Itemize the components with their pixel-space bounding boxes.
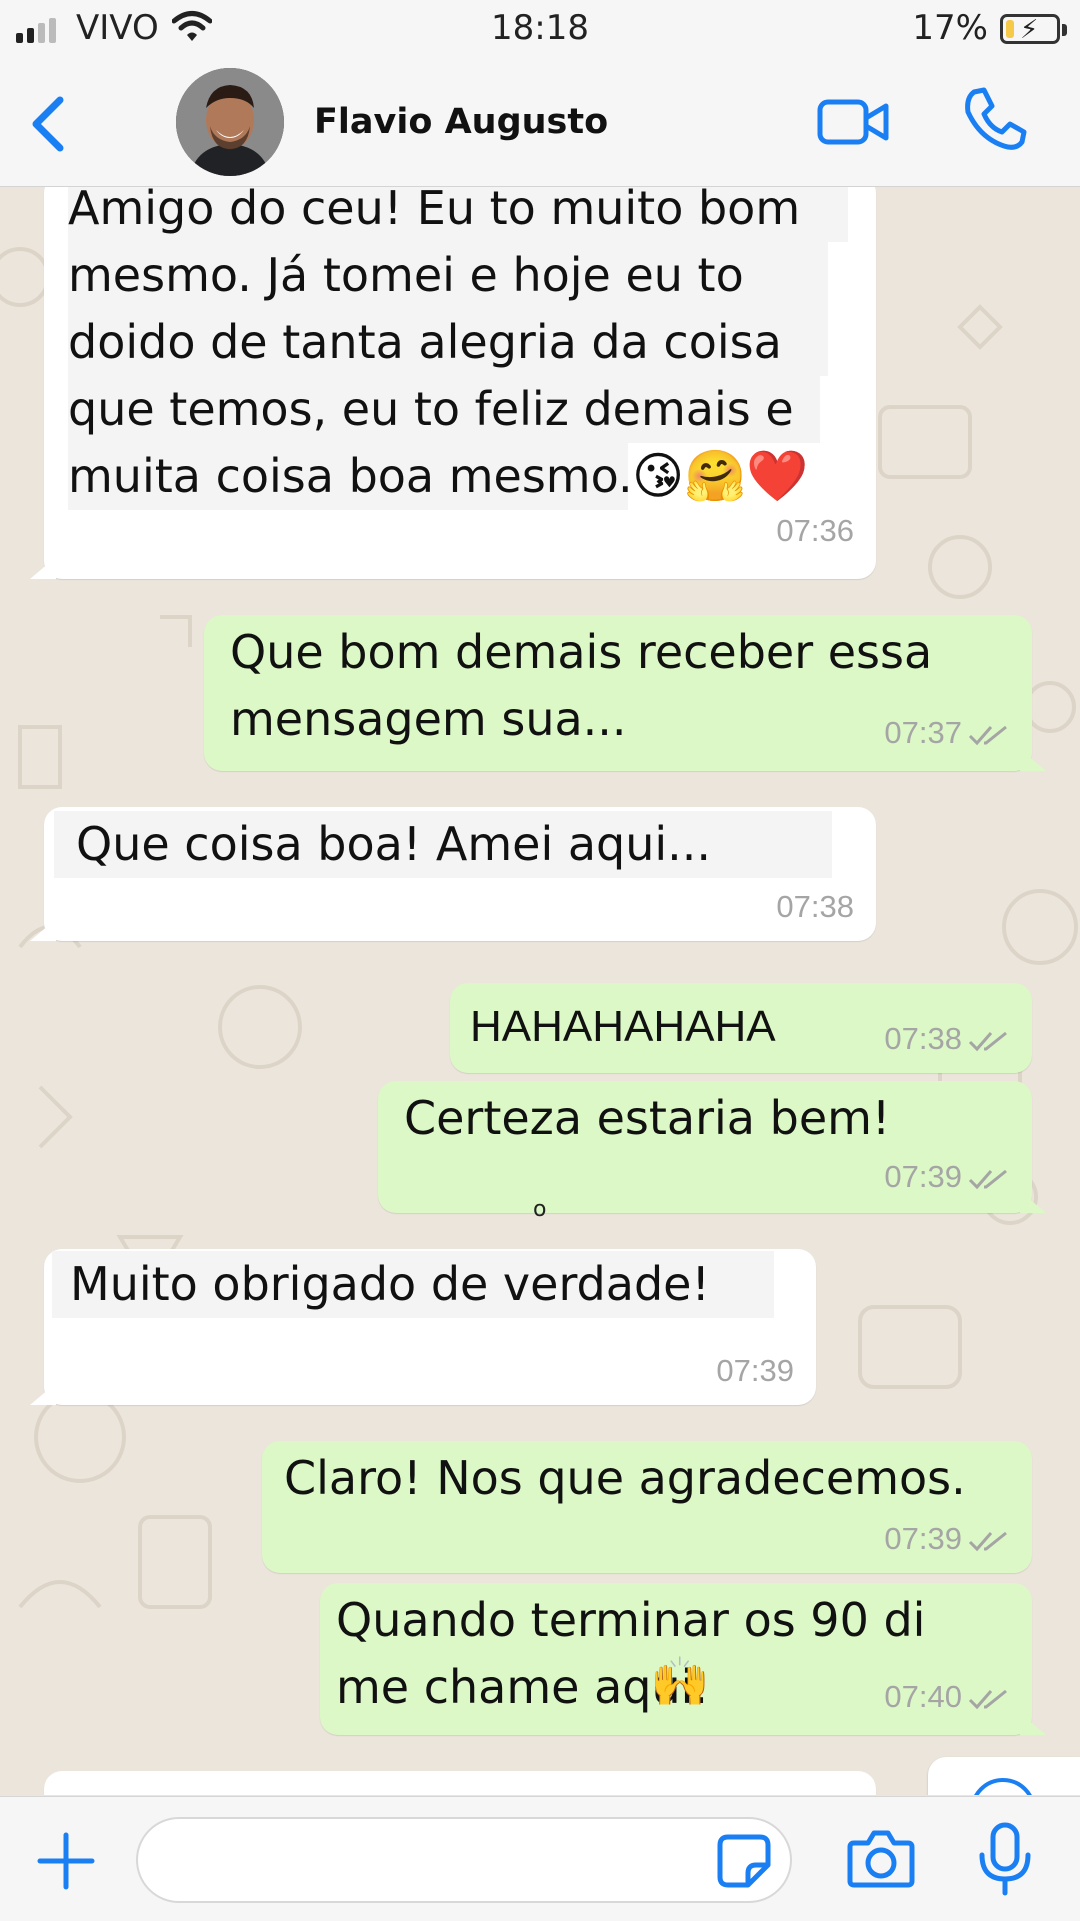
contact-name[interactable]: Flavio Augusto <box>314 102 608 142</box>
message-text: HAHAHAHAHA <box>470 1002 776 1051</box>
plus-icon[interactable] <box>36 1831 96 1891</box>
battery-icon: ⚡ <box>1000 14 1060 45</box>
battery-percent: 17% <box>912 8 988 48</box>
message-outgoing[interactable]: Quando terminar os 90 di me chame aqui. … <box>320 1583 1046 1735</box>
message-text: muita coisa boa mesmo. <box>68 443 633 510</box>
message-time: 07:38 <box>884 1021 1010 1057</box>
sticker-icon[interactable] <box>716 1833 772 1889</box>
message-text: Amigo do ceu! Eu to muito bom <box>68 187 848 242</box>
message-incoming[interactable]: Muito obrigado de verdade! 07:39 <box>30 1249 816 1405</box>
stray-mark: o <box>533 1197 547 1222</box>
message-incoming[interactable]: Amigo do ceu! Eu to muito bom mesmo. Já … <box>30 187 876 579</box>
read-ticks-icon <box>968 1031 1007 1052</box>
video-camera-icon[interactable] <box>816 92 892 152</box>
message-text: mesmo. Já tomei e hoje eu to <box>68 242 828 309</box>
message-text: Que bom demais receber essa <box>230 625 933 679</box>
message-outgoing[interactable]: Que bom demais receber essa mensagem sua… <box>204 615 1046 771</box>
message-incoming[interactable]: Que coisa boa! Amei aqui... 07:38 <box>30 807 876 941</box>
message-time: 07:40 <box>884 1679 1010 1715</box>
chevron-left-icon[interactable] <box>14 88 84 158</box>
battery-level <box>1006 20 1015 38</box>
message-text: mensagem sua... <box>230 692 627 746</box>
chevron-down-circle-icon <box>974 1778 1032 1795</box>
message-text: que temos, eu to feliz demais e <box>68 376 820 443</box>
message-incoming-partial[interactable] <box>44 1771 876 1795</box>
read-ticks-icon <box>968 1689 1007 1710</box>
message-time: 07:36 <box>776 513 854 548</box>
message-text: Quando terminar os 90 di <box>336 1593 926 1647</box>
message-text: Que coisa boa! Amei aqui... <box>54 811 832 878</box>
read-ticks-icon <box>968 725 1007 746</box>
microphone-icon[interactable] <box>976 1821 1034 1897</box>
status-bar: VIVO 18:18 17% ⚡ <box>0 0 1080 60</box>
message-outgoing[interactable]: Claro! Nos que agradecemos. 07:39 <box>262 1441 1032 1573</box>
message-text: Claro! Nos que agradecemos. <box>284 1451 966 1505</box>
phone-icon[interactable] <box>960 84 1030 154</box>
avatar[interactable] <box>176 68 284 176</box>
message-input[interactable] <box>136 1817 792 1903</box>
message-emoji: 😘🤗❤️ <box>632 447 809 505</box>
message-outgoing[interactable]: Certeza estaria bem! 07:39 <box>378 1081 1046 1213</box>
message-text: Certeza estaria bem! <box>404 1091 891 1145</box>
message-text: doido de tanta alegria da coisa <box>68 309 828 376</box>
message-time: 07:37 <box>884 715 1010 751</box>
avatar-photo <box>176 68 284 176</box>
battery-tip <box>1062 24 1067 36</box>
scroll-to-bottom-button[interactable] <box>928 1757 1080 1795</box>
message-time: 07:39 <box>716 1353 794 1388</box>
message-emoji: 🙌 <box>650 1654 710 1710</box>
camera-icon[interactable] <box>846 1827 916 1891</box>
message-text: Muito obrigado de verdade! <box>52 1251 774 1318</box>
message-time: 07:39 <box>884 1159 1010 1195</box>
message-time: 07:38 <box>776 889 854 924</box>
chat-header: Flavio Augusto <box>0 60 1080 187</box>
read-ticks-icon <box>968 1531 1007 1552</box>
composer-bar <box>0 1796 1080 1921</box>
message-time: 07:39 <box>884 1521 1010 1557</box>
chat-area[interactable]: Amigo do ceu! Eu to muito bom mesmo. Já … <box>0 187 1080 1795</box>
message-outgoing[interactable]: HAHAHAHAHA 07:38 <box>450 983 1032 1073</box>
read-ticks-icon <box>968 1169 1007 1190</box>
